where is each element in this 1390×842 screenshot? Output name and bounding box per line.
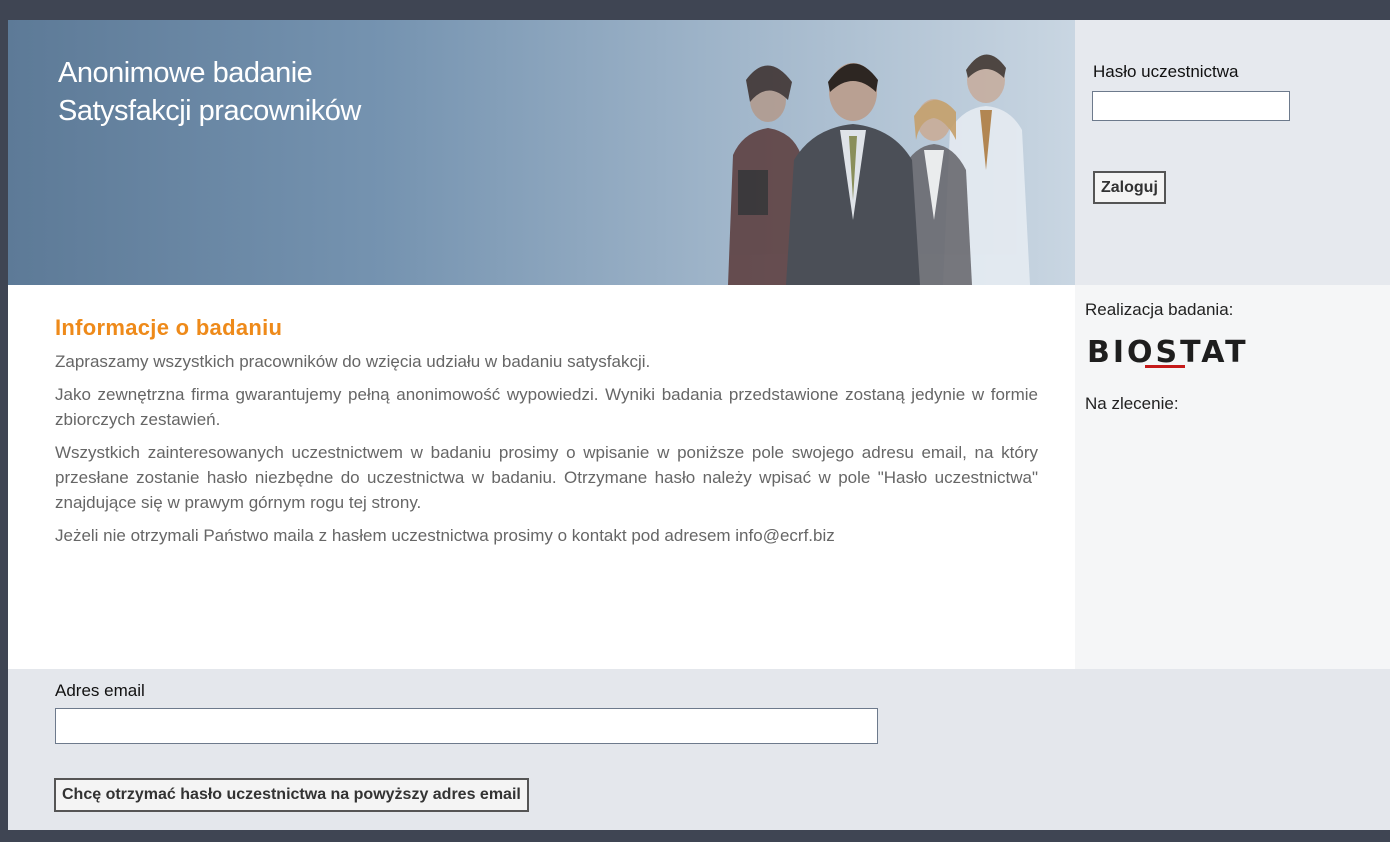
commission-label: Na zlecenie: [1085, 394, 1179, 413]
biostat-logo: BIOSTAT [1087, 335, 1287, 376]
sidebar: Realizacja badania: BIOSTAT Na zlecenie: [1075, 285, 1390, 669]
realization-label: Realizacja badania: [1085, 300, 1234, 319]
password-label: Hasło uczestnictwa [1093, 62, 1239, 81]
info-paragraph: Wszystkich zainteresowanych uczestnictwe… [55, 443, 1038, 512]
section-heading: Informacje o badaniu [55, 315, 283, 340]
main-content: Informacje o badaniu Zapraszamy wszystki… [55, 285, 1038, 556]
request-password-button[interactable]: Chcę otrzymać hasło uczestnictwa na powy… [54, 778, 529, 812]
info-paragraph: Jako zewnętrzna firma gwarantujemy pełną… [55, 385, 1038, 429]
biostat-logo-icon: BIOSTAT [1087, 335, 1249, 370]
site-title-line1: Anonimowe badanie [58, 57, 313, 89]
password-input[interactable] [1092, 91, 1290, 121]
email-form: Adres email Chcę otrzymać hasło uczestni… [8, 669, 1390, 830]
site-title-line2: Satysfakcji pracowników [58, 95, 361, 127]
login-panel: Hasło uczestnictwa Zaloguj [1075, 20, 1390, 285]
business-people-image [728, 54, 1030, 285]
login-button[interactable]: Zaloguj [1093, 171, 1166, 204]
info-paragraph: Zapraszamy wszystkich pracowników do wzi… [55, 352, 651, 371]
info-paragraph: Jeżeli nie otrzymali Państwo maila z has… [55, 526, 835, 545]
email-label: Adres email [55, 681, 145, 700]
email-input[interactable] [55, 708, 878, 744]
site-title: Anonimowe badanie Satysfakcji pracownikó… [58, 54, 361, 130]
svg-text:BIOSTAT: BIOSTAT [1087, 335, 1249, 369]
header-banner: Anonimowe badanie Satysfakcji pracownikó… [8, 20, 1075, 285]
